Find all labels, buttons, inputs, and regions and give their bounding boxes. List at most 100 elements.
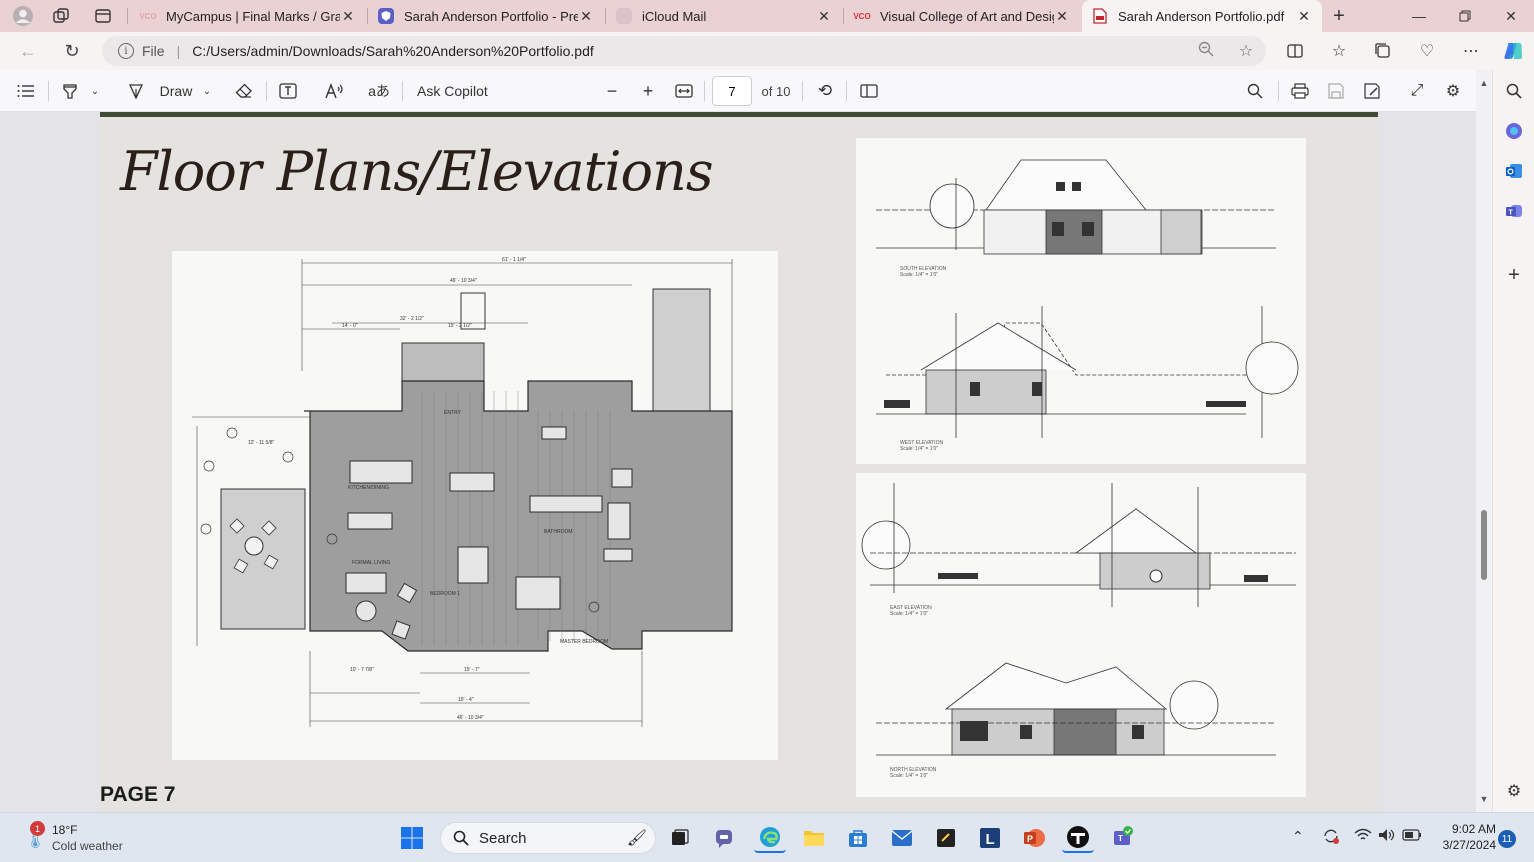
pdf-file-icon xyxy=(1092,8,1108,24)
tab-portfolio-pdf[interactable]: Sarah Anderson Portfolio.pdf ✕ xyxy=(1082,0,1322,32)
find-search-icon[interactable] xyxy=(1243,79,1267,103)
favorites-icon[interactable]: ☆ xyxy=(1326,40,1352,62)
room-label: FORMAL LIVING xyxy=(352,560,391,566)
favorite-star-icon[interactable]: ☆ xyxy=(1226,41,1266,61)
text-box-icon[interactable] xyxy=(276,79,300,103)
url-text[interactable]: C:/Users/admin/Downloads/Sarah%20Anderso… xyxy=(192,43,1186,59)
file-explorer-icon[interactable] xyxy=(798,823,830,853)
task-view-icon[interactable] xyxy=(664,823,696,853)
contents-list-icon[interactable] xyxy=(14,79,38,103)
edge-browser-icon[interactable] xyxy=(754,823,786,853)
ask-copilot-button[interactable]: Ask Copilot xyxy=(417,79,493,103)
translate-icon[interactable]: aあ xyxy=(366,79,392,103)
info-icon[interactable]: i xyxy=(118,43,134,59)
tab-portfolio-presentation[interactable]: Sarah Anderson Portfolio - Prese ✕ xyxy=(368,0,604,32)
powerpoint-icon[interactable]: P xyxy=(1018,823,1050,853)
mail-icon[interactable] xyxy=(886,823,918,853)
page-number-input[interactable]: 7 xyxy=(712,76,752,106)
address-bar[interactable]: i File | C:/Users/admin/Downloads/Sarah%… xyxy=(102,36,1266,66)
dim-label: 32' - 2 1/2" xyxy=(400,316,424,322)
close-window-icon[interactable]: ✕ xyxy=(1488,0,1534,32)
performance-heart-icon[interactable]: ♡ xyxy=(1414,40,1440,62)
windows-taskbar: 🌡 1 18°F Cold weather Search 🖌 L P T ⌃ 9… xyxy=(0,812,1534,862)
elevation-scale: Scale: 1/4" = 1'0" xyxy=(890,773,928,779)
print-icon[interactable] xyxy=(1288,79,1312,103)
page-accent-band xyxy=(100,112,1378,117)
tray-chevron-up-icon[interactable]: ⌃ xyxy=(1292,828,1304,845)
teams-new-icon[interactable]: T xyxy=(1106,823,1138,853)
read-aloud-icon[interactable] xyxy=(322,79,348,103)
start-windows-icon[interactable] xyxy=(396,823,428,853)
add-sidebar-app-icon[interactable]: + xyxy=(1501,262,1527,288)
tab-visual-college[interactable]: VCO Visual College of Art and Design ✕ xyxy=(844,0,1080,32)
highlight-icon[interactable] xyxy=(58,79,82,103)
close-tab-icon[interactable]: ✕ xyxy=(1296,8,1312,25)
search-highlight-art-icon: 🖌 xyxy=(626,830,647,847)
zoom-out-icon[interactable]: − xyxy=(600,79,624,103)
notification-badge[interactable]: 11 xyxy=(1498,830,1516,848)
tab-mycampus[interactable]: VCO MyCampus | Final Marks / Grade ✕ xyxy=(130,0,366,32)
close-tab-icon[interactable]: ✕ xyxy=(816,8,832,25)
close-tab-icon[interactable]: ✕ xyxy=(1054,8,1070,25)
app-pinned-black-icon[interactable] xyxy=(1062,823,1094,853)
sync-icon[interactable] xyxy=(1322,828,1340,847)
elevations-sheet-lower: EAST ELEVATION Scale: 1/4" = 1'0" NORTH … xyxy=(856,473,1306,797)
system-clock[interactable]: 9:02 AM 3/27/2024 xyxy=(1440,821,1496,853)
toolbar-divider xyxy=(802,81,803,101)
draw-pen-icon[interactable] xyxy=(124,79,148,103)
save-as-icon[interactable] xyxy=(1360,79,1384,103)
tab-title: Sarah Anderson Portfolio.pdf xyxy=(1118,8,1285,24)
microsoft-store-icon[interactable] xyxy=(842,823,874,853)
close-tab-icon[interactable]: ✕ xyxy=(578,8,594,25)
collections-icon[interactable] xyxy=(1370,40,1396,62)
scrollbar-thumb[interactable] xyxy=(1481,510,1487,580)
fullscreen-expand-icon[interactable]: ⤢ xyxy=(1405,79,1429,103)
scroll-up-icon[interactable]: ▲ xyxy=(1478,78,1490,90)
split-screen-icon[interactable] xyxy=(1282,40,1308,62)
tab-actions-icon[interactable] xyxy=(90,4,116,28)
pdf-viewer[interactable]: Floor Plans/Elevations 61' - 1 1/4" 46' … xyxy=(0,112,1476,812)
sticky-notes-icon[interactable] xyxy=(930,823,962,853)
back-arrow-icon[interactable]: ← xyxy=(14,38,42,64)
scroll-down-icon[interactable]: ▼ xyxy=(1478,794,1490,806)
rotate-icon[interactable]: ⟲ xyxy=(813,79,837,103)
page-view-icon[interactable] xyxy=(857,79,881,103)
refresh-icon[interactable]: ↻ xyxy=(58,38,86,64)
save-icon[interactable] xyxy=(1324,79,1348,103)
fit-to-width-icon[interactable] xyxy=(672,79,696,103)
vertical-scrollbar[interactable]: ▲ ▼ xyxy=(1476,70,1492,812)
restore-icon[interactable] xyxy=(1442,0,1488,32)
copilot-icon[interactable] xyxy=(1499,38,1527,64)
copilot-orb-icon[interactable] xyxy=(1501,118,1527,144)
zoom-out-search-icon[interactable] xyxy=(1186,41,1226,62)
chevron-down-icon[interactable]: ⌄ xyxy=(198,79,216,103)
sidebar-settings-icon[interactable]: ⚙ xyxy=(1501,778,1527,804)
settings-gear-icon[interactable]: ⚙ xyxy=(1441,79,1465,103)
tab-icloud-mail[interactable]: iCloud Mail ✕ xyxy=(606,0,842,32)
draw-button[interactable]: Draw xyxy=(156,79,196,103)
new-tab-icon[interactable]: + xyxy=(1326,4,1352,28)
eraser-icon[interactable] xyxy=(232,79,256,103)
weather-widget[interactable]: 🌡 1 18°F Cold weather xyxy=(18,821,138,857)
more-options-icon[interactable]: ⋯ xyxy=(1458,40,1484,62)
floor-plan-drawing: 61' - 1 1/4" 46' - 10 3/4" 32' - 2 1/2" … xyxy=(172,251,778,760)
page-total-label: of 10 xyxy=(761,83,791,99)
minimize-icon[interactable]: — xyxy=(1396,0,1442,32)
tab-title: iCloud Mail xyxy=(642,8,707,24)
sidebar-search-icon[interactable] xyxy=(1501,78,1527,104)
battery-icon[interactable] xyxy=(1402,828,1422,844)
lockdown-browser-icon[interactable]: L xyxy=(974,823,1006,853)
zoom-in-icon[interactable]: + xyxy=(636,79,660,103)
dim-label: 61' - 1 1/4" xyxy=(502,257,526,263)
dim-label: 12' - 11 5/8" xyxy=(248,440,274,446)
close-tab-icon[interactable]: ✕ xyxy=(340,8,356,25)
teams-icon[interactable]: T xyxy=(1501,198,1527,224)
chevron-down-icon[interactable]: ⌄ xyxy=(86,79,104,103)
taskbar-search[interactable]: Search 🖌 xyxy=(440,822,656,854)
teams-chat-icon[interactable] xyxy=(709,823,741,853)
profile-avatar-icon[interactable] xyxy=(10,4,36,28)
outlook-icon[interactable] xyxy=(1501,158,1527,184)
volume-icon[interactable] xyxy=(1378,828,1396,845)
wifi-icon[interactable] xyxy=(1354,828,1372,845)
workspaces-icon[interactable] xyxy=(48,4,74,28)
